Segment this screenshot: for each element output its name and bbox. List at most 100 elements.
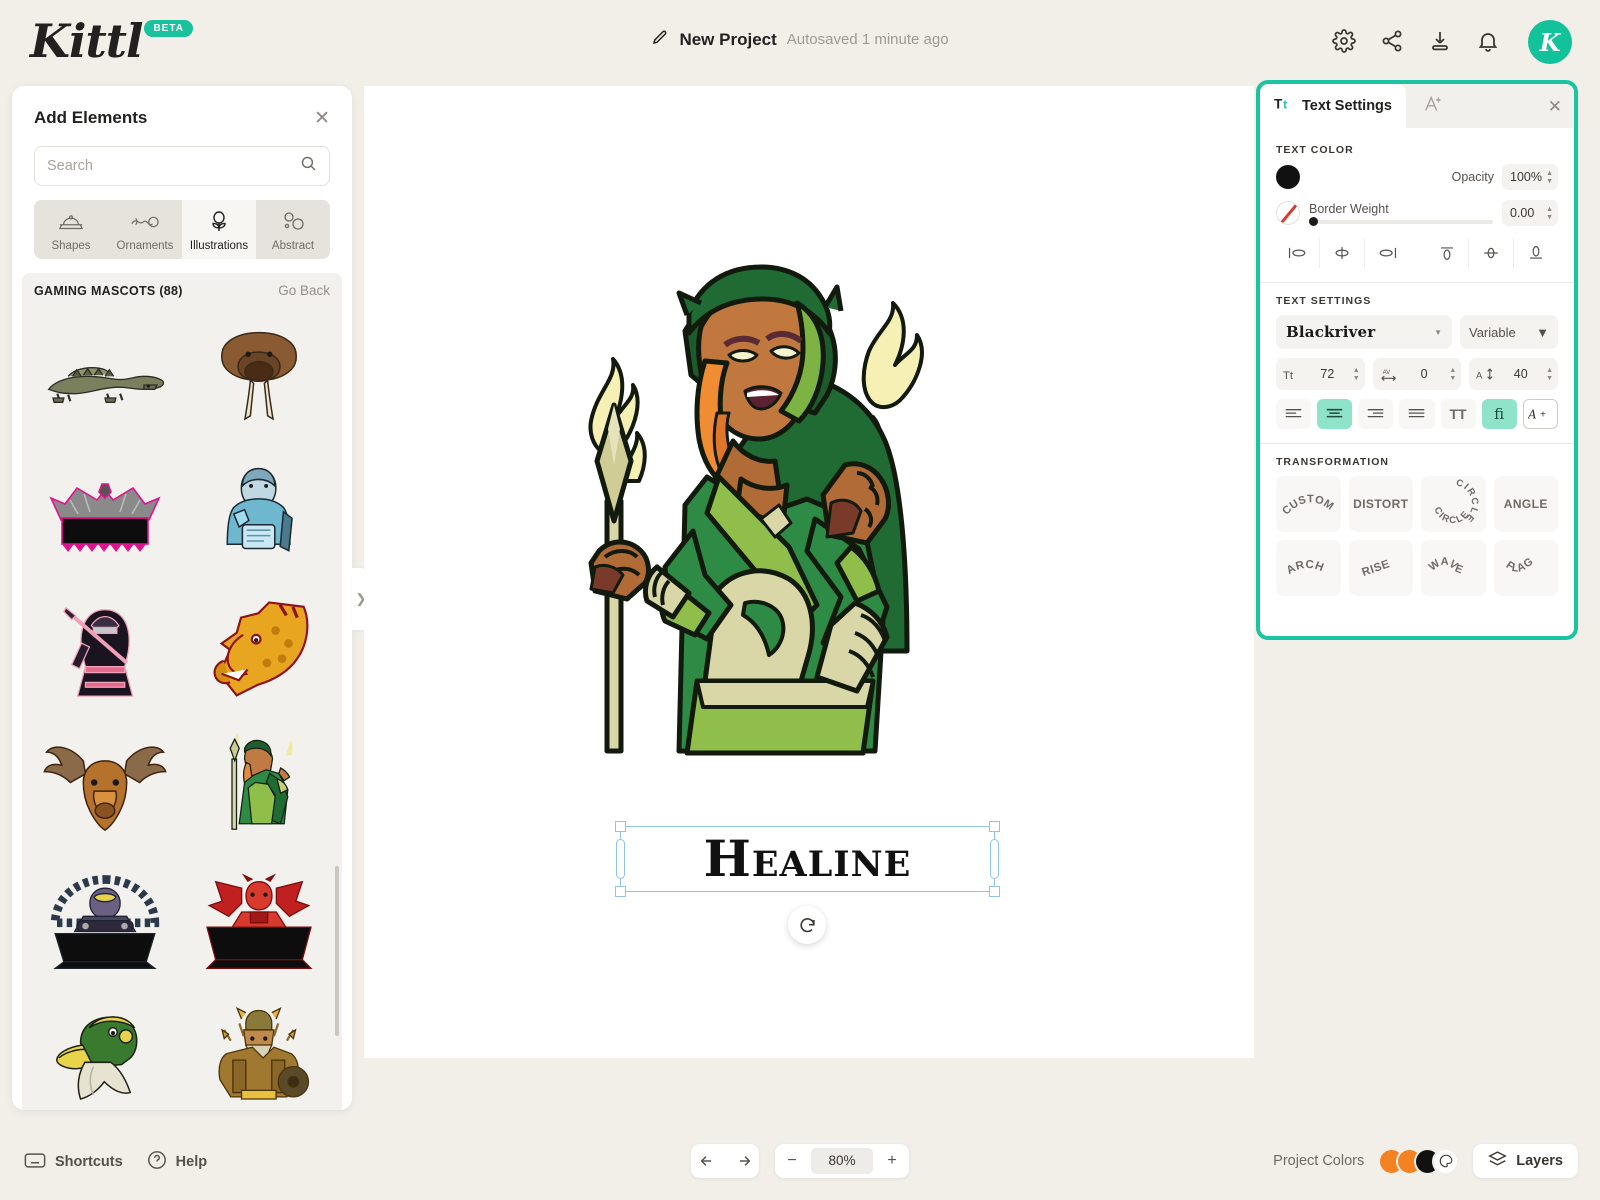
text-align-right-icon[interactable] <box>1358 399 1394 429</box>
thumb-duck-head-mascot[interactable] <box>28 990 182 1110</box>
border-weight-slider[interactable] <box>1309 217 1493 226</box>
resize-handle-top-left[interactable] <box>615 821 626 832</box>
font-size-input[interactable]: Tt 72 ▲ ▼ <box>1276 358 1365 390</box>
project-colors-swatches[interactable] <box>1378 1147 1460 1175</box>
resize-handle-right[interactable] <box>990 839 999 879</box>
ai-text-effects-icon <box>1422 94 1444 118</box>
headline-text[interactable]: Healine <box>621 827 994 891</box>
thumb-ice-wizard-mascot[interactable] <box>182 446 336 582</box>
line-height-input[interactable]: A 40 ▲ ▼ <box>1469 358 1559 390</box>
canvas-artwork-sorceress[interactable] <box>569 251 989 761</box>
tab-abstract[interactable]: Abstract <box>256 200 330 259</box>
svg-text:ARCH: ARCH <box>1285 559 1326 577</box>
project-name[interactable]: New Project <box>679 30 776 50</box>
align-right-icon[interactable] <box>1364 238 1409 268</box>
stepper-icon[interactable]: ▲ ▼ <box>1546 170 1553 185</box>
text-align-center-icon[interactable] <box>1317 399 1353 429</box>
font-family-select[interactable]: Blackriver ▼ <box>1276 315 1452 349</box>
share-icon[interactable] <box>1380 29 1406 55</box>
search-box[interactable] <box>34 146 330 186</box>
transform-distort[interactable]: DISTORT <box>1348 476 1413 532</box>
tab-ornaments[interactable]: Ornaments <box>108 200 182 259</box>
notification-bell-icon[interactable] <box>1476 29 1502 55</box>
tab-label: Ornaments <box>116 240 174 252</box>
text-align-left-icon[interactable] <box>1276 399 1312 429</box>
transform-circle[interactable]: CIRCLE CIRCLE <box>1421 476 1486 532</box>
headline-text-selection[interactable]: Healine <box>615 821 1000 897</box>
slider-knob[interactable] <box>1309 217 1318 226</box>
user-avatar[interactable]: K <box>1528 20 1572 64</box>
element-thumbnail-grid[interactable] <box>22 306 342 1110</box>
search-input[interactable] <box>47 158 292 174</box>
svg-text:+: + <box>1540 410 1546 421</box>
grid-scrollbar[interactable] <box>335 866 339 1036</box>
align-middle-v-icon[interactable] <box>1469 238 1514 268</box>
transform-arch[interactable]: ARCH <box>1276 540 1341 596</box>
tab-illustrations[interactable]: Illustrations <box>182 200 256 259</box>
font-variant-select[interactable]: Variable ▼ <box>1460 315 1558 349</box>
tab-shapes[interactable]: Shapes <box>34 200 108 259</box>
close-icon[interactable]: ✕ <box>1548 97 1562 117</box>
opacity-input[interactable]: 100% ▲ ▼ <box>1502 164 1558 190</box>
thumb-winged-eagle-banner-mascot[interactable] <box>28 446 182 582</box>
zoom-in-button[interactable]: + <box>875 1144 909 1178</box>
history-controls <box>691 1144 759 1178</box>
transform-flag[interactable]: FLAG <box>1493 540 1558 596</box>
add-font-icon[interactable]: A + <box>1522 399 1559 429</box>
text-color-swatch[interactable] <box>1276 165 1300 189</box>
resize-handle-left[interactable] <box>616 839 625 879</box>
ligature-icon[interactable]: fi <box>1481 399 1517 429</box>
zoom-out-button[interactable]: − <box>775 1144 809 1178</box>
stepper-icon[interactable]: ▲ ▼ <box>1546 206 1553 221</box>
resize-handle-bottom-left[interactable] <box>615 886 626 897</box>
thumb-gamer-alien-banner-mascot[interactable] <box>28 854 182 990</box>
rotate-handle-icon[interactable] <box>788 906 826 944</box>
border-weight-input[interactable]: 0.00 ▲ ▼ <box>1502 200 1558 226</box>
align-left-icon[interactable] <box>1276 238 1321 268</box>
uppercase-icon[interactable]: TT <box>1440 399 1476 429</box>
align-top-icon[interactable] <box>1425 238 1470 268</box>
svg-text:AV: AV <box>1382 370 1390 376</box>
stepper-icon[interactable]: ▲ ▼ <box>1449 367 1456 382</box>
go-back-button[interactable]: Go Back <box>278 283 330 298</box>
thumb-moose-head-mascot[interactable] <box>28 718 182 854</box>
design-canvas[interactable]: Healine <box>364 86 1254 1058</box>
thumb-hooded-assassin-mascot[interactable] <box>28 582 182 718</box>
transform-angle[interactable]: ANGLE <box>1493 476 1558 532</box>
resize-handle-bottom-right[interactable] <box>989 886 1000 897</box>
text-tt-icon: Tt <box>1274 95 1294 117</box>
canvas-area[interactable]: Healine <box>364 86 1270 1116</box>
transform-custom[interactable]: CUSTOM <box>1276 476 1341 532</box>
text-align-justify-icon[interactable] <box>1399 399 1435 429</box>
thumb-red-demon-banner-mascot[interactable] <box>182 854 336 990</box>
section-divider <box>1260 443 1574 444</box>
align-center-h-icon[interactable] <box>1320 238 1365 268</box>
transform-rise[interactable]: RISE <box>1348 540 1413 596</box>
svg-text:A: A <box>1528 408 1537 422</box>
align-bottom-icon[interactable] <box>1513 238 1558 268</box>
stepper-icon[interactable]: ▲ ▼ <box>1353 367 1360 382</box>
transform-label: RISE <box>1360 558 1391 579</box>
settings-gear-icon[interactable] <box>1332 29 1358 55</box>
undo-arrow-icon[interactable] <box>691 1144 725 1178</box>
resize-handle-top-right[interactable] <box>989 821 1000 832</box>
zoom-level[interactable]: 80% <box>811 1148 873 1174</box>
line-height-value: 40 <box>1513 367 1528 381</box>
tab-text-settings[interactable]: Tt Text Settings <box>1260 84 1406 128</box>
palette-icon[interactable] <box>1432 1147 1460 1175</box>
redo-arrow-icon[interactable] <box>725 1144 759 1178</box>
thumb-walrus-tusks-mascot[interactable] <box>182 310 336 446</box>
edit-pencil-icon[interactable] <box>651 28 669 51</box>
stepper-icon[interactable]: ▲ ▼ <box>1546 367 1553 382</box>
thumb-viking-warrior-mascot[interactable] <box>182 990 336 1110</box>
download-icon[interactable] <box>1428 29 1454 55</box>
layers-button[interactable]: Layers <box>1473 1144 1578 1178</box>
transform-wave[interactable]: WAVE <box>1421 540 1486 596</box>
thumb-green-sorceress-mascot[interactable] <box>182 718 336 854</box>
close-icon[interactable]: ✕ <box>314 109 330 128</box>
border-color-swatch[interactable] <box>1276 201 1300 225</box>
tab-text-effects[interactable] <box>1406 84 1460 128</box>
letter-spacing-input[interactable]: AV 0 ▲ ▼ <box>1372 358 1462 390</box>
thumb-giraffe-head-mascot[interactable] <box>182 582 336 718</box>
thumb-crocodile-mascot[interactable] <box>28 310 182 446</box>
